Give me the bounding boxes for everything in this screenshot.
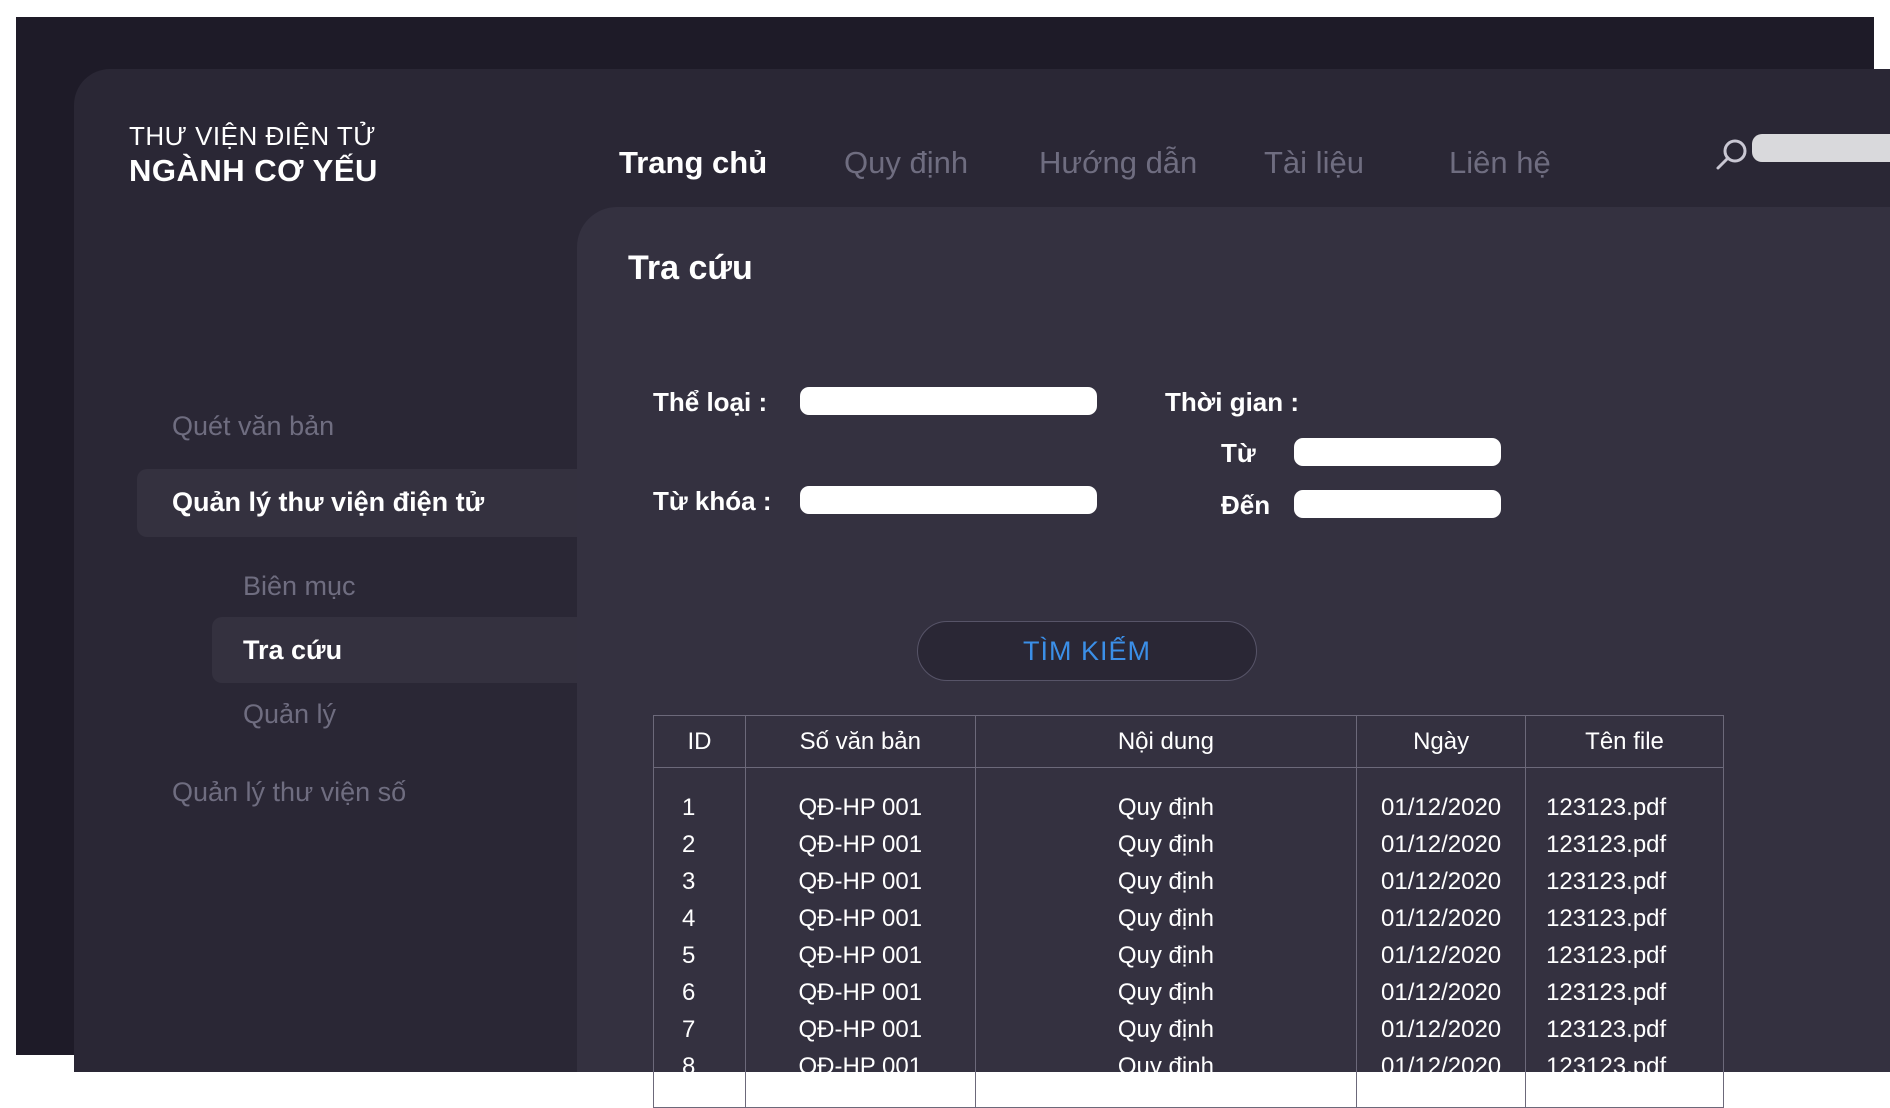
from-label: Từ xyxy=(1221,438,1256,468)
cell-so-van-ban: QĐ-HP 001 xyxy=(744,1048,976,1108)
cell-ngay: 01/12/2020 xyxy=(1356,974,1527,1012)
page-title: Tra cứu xyxy=(628,249,753,287)
table-header-row: ID Số văn bản Nội dung Ngày Tên file xyxy=(653,715,1724,768)
app-container: THƯ VIỆN ĐIỆN TỬ NGÀNH CƠ YẾU Trang chủ … xyxy=(74,69,1890,1108)
cell-id: 6 xyxy=(653,974,746,1012)
date-from-input[interactable] xyxy=(1294,438,1501,466)
sidebar-item-quan-ly-thu-vien-so[interactable]: Quản lý thư viện số xyxy=(172,777,406,808)
cell-noi-dung: Quy định xyxy=(974,767,1358,827)
cell-noi-dung: Quy định xyxy=(974,1011,1358,1049)
table-row[interactable]: 1 QĐ-HP 001 Quy định 01/12/2020 123123.p… xyxy=(653,767,1724,827)
results-table: ID Số văn bản Nội dung Ngày Tên file 1 Q… xyxy=(653,715,1724,1108)
cell-noi-dung: Quy định xyxy=(974,974,1358,1012)
cell-ten-file[interactable]: 123123.pdf xyxy=(1525,826,1724,864)
window-frame: THƯ VIỆN ĐIỆN TỬ NGÀNH CƠ YẾU Trang chủ … xyxy=(16,17,1890,1108)
to-label: Đến xyxy=(1221,490,1271,520)
cell-noi-dung: Quy định xyxy=(974,826,1358,864)
cell-ten-file[interactable]: 123123.pdf xyxy=(1525,1011,1724,1049)
cell-ten-file[interactable]: 123123.pdf xyxy=(1525,900,1724,938)
cell-id: 3 xyxy=(653,863,746,901)
cell-so-van-ban: QĐ-HP 001 xyxy=(744,1011,976,1049)
cell-so-van-ban: QĐ-HP 001 xyxy=(744,900,976,938)
logo-line-1: THƯ VIỆN ĐIỆN TỬ xyxy=(129,121,376,151)
table-row[interactable]: 2 QĐ-HP 001 Quy định 01/12/2020 123123.p… xyxy=(653,826,1724,864)
cell-ngay: 01/12/2020 xyxy=(1356,1011,1527,1049)
cell-noi-dung: Quy định xyxy=(974,1048,1358,1108)
table-row[interactable]: 3 QĐ-HP 001 Quy định 01/12/2020 123123.p… xyxy=(653,863,1724,901)
cell-so-van-ban: QĐ-HP 001 xyxy=(744,974,976,1012)
cell-ngay: 01/12/2020 xyxy=(1356,900,1527,938)
logo-line-2: NGÀNH CƠ YẾU xyxy=(129,153,378,189)
search-panel: Tra cứu Thể loại : Từ khóa : Thời gian :… xyxy=(577,207,1890,1108)
category-label: Thể loại : xyxy=(653,387,768,417)
app-logo: THƯ VIỆN ĐIỆN TỬ NGÀNH CƠ YẾU xyxy=(129,121,378,189)
header-ten-file: Tên file xyxy=(1525,715,1724,768)
date-to-input[interactable] xyxy=(1294,490,1501,518)
cell-noi-dung: Quy định xyxy=(974,900,1358,938)
cell-ten-file[interactable]: 123123.pdf xyxy=(1525,1048,1724,1108)
table-row[interactable]: 6 QĐ-HP 001 Quy định 01/12/2020 123123.p… xyxy=(653,974,1724,1012)
category-input[interactable] xyxy=(800,387,1097,415)
keyword-input[interactable] xyxy=(800,486,1097,514)
cell-ten-file[interactable]: 123123.pdf xyxy=(1525,937,1724,975)
tab-huong-dan[interactable]: Hướng dẫn xyxy=(1039,131,1197,219)
cell-ngay: 01/12/2020 xyxy=(1356,1048,1527,1108)
time-label: Thời gian : xyxy=(1165,387,1300,417)
cell-ten-file[interactable]: 123123.pdf xyxy=(1525,767,1724,827)
cell-id: 1 xyxy=(653,767,746,827)
cell-ngay: 01/12/2020 xyxy=(1356,767,1527,827)
search-icon[interactable] xyxy=(1712,134,1752,174)
table-row[interactable]: 5 QĐ-HP 001 Quy định 01/12/2020 123123.p… xyxy=(653,937,1724,975)
table-row[interactable]: 4 QĐ-HP 001 Quy định 01/12/2020 123123.p… xyxy=(653,900,1724,938)
cell-ngay: 01/12/2020 xyxy=(1356,863,1527,901)
cell-ngay: 01/12/2020 xyxy=(1356,826,1527,864)
table-row[interactable]: 7 QĐ-HP 001 Quy định 01/12/2020 123123.p… xyxy=(653,1011,1724,1049)
cell-ten-file[interactable]: 123123.pdf xyxy=(1525,974,1724,1012)
cell-so-van-ban: QĐ-HP 001 xyxy=(744,937,976,975)
cell-id: 5 xyxy=(653,937,746,975)
header-id: ID xyxy=(653,715,746,768)
cell-so-van-ban: QĐ-HP 001 xyxy=(744,863,976,901)
sidebar-item-quan-ly-thu-vien-dien-tu[interactable]: Quản lý thư viện điện tử xyxy=(172,487,484,518)
table-row[interactable]: 8 QĐ-HP 001 Quy định 01/12/2020 123123.p… xyxy=(653,1048,1724,1108)
cell-id: 4 xyxy=(653,900,746,938)
cell-id: 2 xyxy=(653,826,746,864)
sidebar-subitem-bien-muc[interactable]: Biên mục xyxy=(243,571,356,602)
cell-so-van-ban: QĐ-HP 001 xyxy=(744,826,976,864)
sidebar-subitem-quan-ly[interactable]: Quản lý xyxy=(243,699,336,730)
cell-id: 8 xyxy=(653,1048,746,1108)
cell-ngay: 01/12/2020 xyxy=(1356,937,1527,975)
tab-lien-he[interactable]: Liên hệ xyxy=(1449,131,1551,219)
cell-id: 7 xyxy=(653,1011,746,1049)
cell-ten-file[interactable]: 123123.pdf xyxy=(1525,863,1724,901)
header-ngay: Ngày xyxy=(1356,715,1527,768)
search-button[interactable]: TÌM KIẾM xyxy=(917,621,1257,681)
cell-noi-dung: Quy định xyxy=(974,863,1358,901)
keyword-label: Từ khóa : xyxy=(653,486,772,516)
tab-trang-chu[interactable]: Trang chủ xyxy=(619,131,768,219)
cell-so-van-ban: QĐ-HP 001 xyxy=(744,767,976,827)
sidebar-subitem-tra-cuu[interactable]: Tra cứu xyxy=(243,635,342,666)
search-input[interactable] xyxy=(1752,134,1890,162)
sidebar-item-quet-van-ban[interactable]: Quét văn bản xyxy=(172,411,334,442)
tab-tai-lieu[interactable]: Tài liệu xyxy=(1264,131,1364,219)
header-noi-dung: Nội dung xyxy=(974,715,1358,768)
header-so-van-ban: Số văn bản xyxy=(744,715,976,768)
cell-noi-dung: Quy định xyxy=(974,937,1358,975)
tab-quy-dinh[interactable]: Quy định xyxy=(844,131,968,219)
